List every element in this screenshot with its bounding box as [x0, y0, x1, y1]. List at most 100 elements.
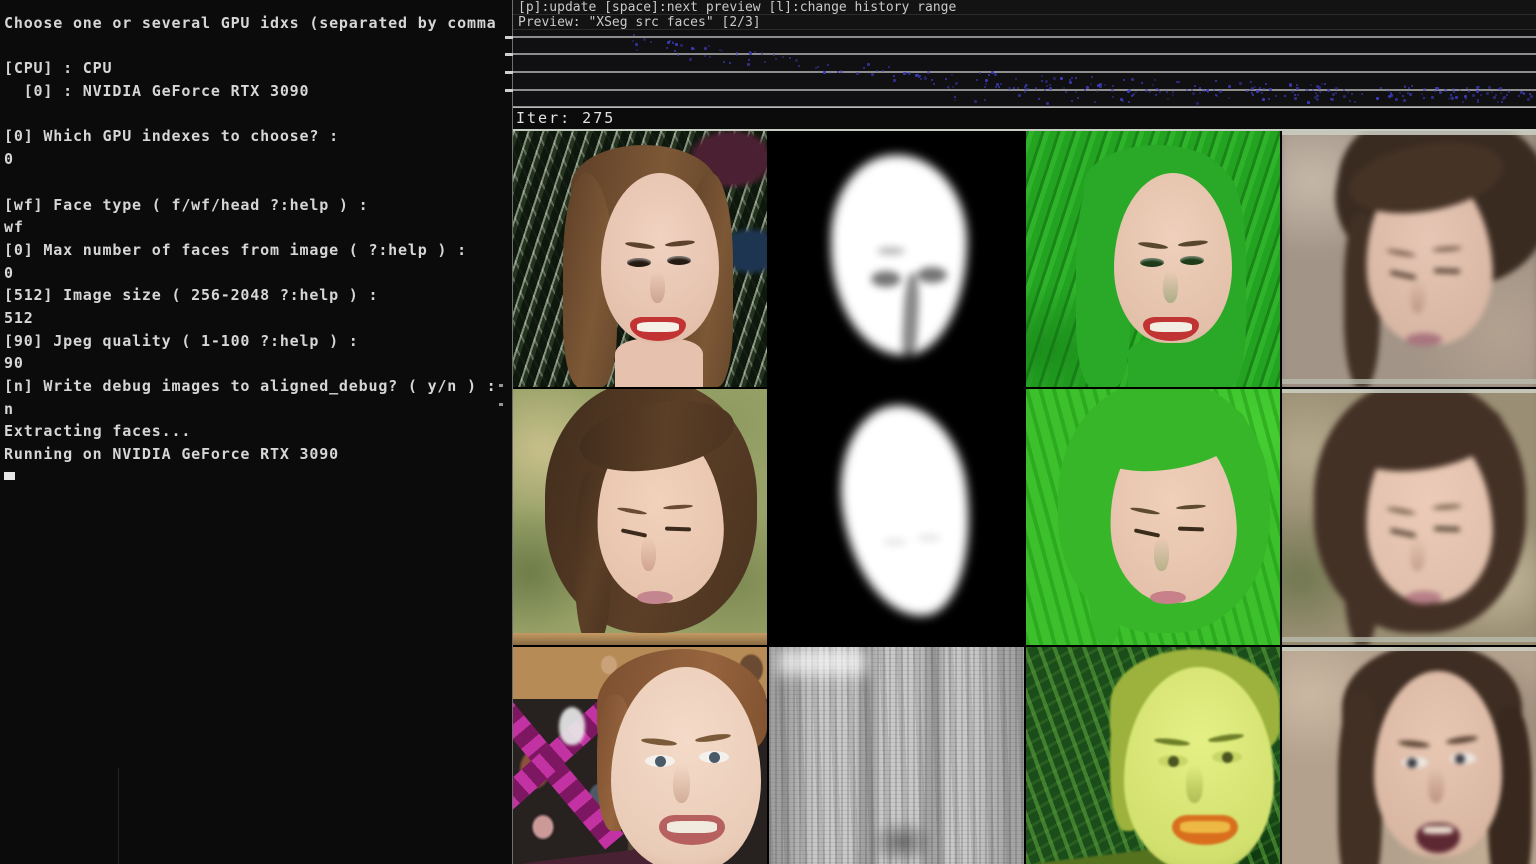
loss-scatter-dot — [650, 41, 652, 43]
loss-scatter-dot — [985, 79, 988, 82]
loss-scatter-dot — [1025, 84, 1027, 86]
eye — [1158, 755, 1188, 767]
loss-scatter-dot — [1128, 101, 1130, 103]
terminal-line: Extracting faces... — [4, 420, 512, 443]
loss-scatter-dot — [933, 83, 935, 85]
graph-gridline-tick — [505, 53, 513, 56]
preview-cell-r3-predicted-face-image — [1282, 647, 1536, 864]
loss-scatter-dot — [1402, 95, 1404, 97]
loss-scatter-dot — [1228, 97, 1230, 99]
loss-scatter-dot — [1265, 83, 1267, 85]
loss-scatter-dot — [1316, 94, 1318, 96]
loss-scatter-dot — [764, 61, 766, 63]
loss-scatter-dot — [908, 73, 910, 75]
prediction-edge-artifact — [1282, 131, 1536, 135]
loss-scatter-dot — [1111, 89, 1114, 92]
loss-scatter-dot — [1431, 96, 1434, 99]
loss-scatter-dot — [924, 76, 926, 78]
terminal-line: [0] : NVIDIA GeForce RTX 3090 — [4, 80, 512, 103]
loss-scatter-dot — [920, 78, 922, 80]
loss-scatter-dot — [952, 86, 954, 88]
loss-scatter-dot — [1324, 83, 1326, 85]
loss-scatter-dot — [1215, 94, 1217, 96]
loss-scatter-dot — [1423, 88, 1426, 91]
loss-scatter-dot — [1075, 91, 1077, 93]
loss-scatter-dot — [1172, 91, 1174, 93]
terminal-line: [CPU] : CPU — [4, 57, 512, 80]
loss-scatter-dot — [1027, 88, 1029, 90]
loss-scatter-dot — [1099, 83, 1102, 86]
loss-scatter-dot — [871, 73, 874, 76]
terminal-window[interactable]: Choose one or several GPU idxs (separate… — [0, 0, 512, 864]
loss-scatter-dot — [1444, 89, 1447, 92]
terminal-artifact-line — [118, 768, 119, 864]
loss-scatter-dot — [1450, 96, 1453, 99]
loss-scatter-dot — [1141, 82, 1143, 84]
loss-scatter-dot — [1155, 94, 1157, 96]
loss-scatter-dot — [1035, 87, 1037, 89]
loss-scatter-dot — [984, 99, 986, 101]
loss-scatter-dot — [1194, 85, 1196, 87]
loss-scatter-dot — [723, 61, 725, 63]
preview-title: Preview: "XSeg src faces" [2/3] — [513, 15, 1536, 30]
mouth — [1406, 591, 1442, 604]
loss-scatter-dot — [1307, 89, 1309, 91]
loss-scatter-dot — [635, 43, 638, 46]
training-preview-window[interactable]: [p]:update [space]:next preview [l]:chan… — [512, 0, 1536, 864]
loss-scatter-dot — [1284, 95, 1286, 97]
loss-scatter-dot — [1251, 87, 1254, 90]
preview-cell-r2-xseg-mask-image — [769, 389, 1023, 645]
loss-scatter-dot — [994, 73, 997, 76]
terminal-output: Choose one or several GPU idxs (separate… — [4, 12, 512, 466]
loss-scatter-dot — [1000, 83, 1002, 85]
loss-scatter-dot — [1354, 101, 1356, 103]
loss-scatter-dot — [1452, 88, 1455, 91]
loss-scatter-dot — [721, 50, 723, 52]
loss-scatter-dot — [1399, 92, 1401, 94]
loss-scatter-dot — [1465, 98, 1467, 100]
loss-scatter-dot — [1250, 81, 1252, 83]
loss-scatter-dot — [1123, 79, 1125, 81]
loss-scatter-dot — [680, 44, 683, 47]
loss-scatter-dot — [1252, 94, 1254, 96]
iteration-bar: Iter: 275 — [513, 108, 1536, 131]
loss-scatter-dot — [893, 75, 895, 77]
loss-scatter-dot — [773, 54, 775, 56]
loss-scatter-dot — [1507, 90, 1509, 92]
loss-scatter-dot — [1228, 85, 1231, 88]
loss-scatter-dot — [1421, 93, 1423, 95]
graph-gridline-tick — [505, 89, 513, 92]
loss-scatter-dot — [1347, 91, 1349, 93]
loss-scatter-dot — [1262, 98, 1265, 101]
loss-scatter-dot — [882, 70, 884, 72]
loss-scatter-dot — [748, 59, 750, 61]
loss-scatter-dot — [1013, 87, 1015, 89]
loss-scatter-dot — [951, 74, 953, 76]
loss-scatter-dot — [1017, 87, 1019, 89]
loss-scatter-dot — [1246, 90, 1248, 92]
loss-scatter-dot — [837, 71, 839, 73]
loss-scatter-dot — [1202, 89, 1205, 92]
teeth — [1423, 826, 1453, 834]
loss-scatter-dot — [1135, 91, 1137, 93]
loss-scatter-dot — [677, 54, 679, 56]
loss-scatter-dot — [905, 72, 907, 74]
loss-scatter-dot — [1495, 94, 1497, 96]
loss-scatter-dot — [948, 87, 950, 89]
terminal-line: 90 — [4, 352, 512, 375]
loss-scatter-dot — [1263, 88, 1265, 90]
loss-scatter-dot — [1439, 91, 1442, 94]
loss-scatter-dot — [782, 56, 784, 58]
loss-scatter-dot — [1120, 98, 1123, 101]
loss-scatter-dot — [985, 83, 987, 85]
loss-scatter-dot — [1038, 98, 1040, 100]
loss-scatter-dot — [1112, 85, 1114, 87]
noise-highlight — [777, 649, 867, 675]
terminal-line: [0] Max number of faces from image ( ?:h… — [4, 239, 512, 262]
terminal-line — [4, 171, 512, 194]
loss-scatter-dot — [1294, 94, 1296, 96]
loss-scatter-dot — [954, 99, 956, 101]
loss-scatter-dot — [1434, 90, 1436, 92]
preview-cell-r1-masked-overlay-image — [1026, 131, 1280, 387]
loss-scatter-dot — [1408, 87, 1410, 89]
